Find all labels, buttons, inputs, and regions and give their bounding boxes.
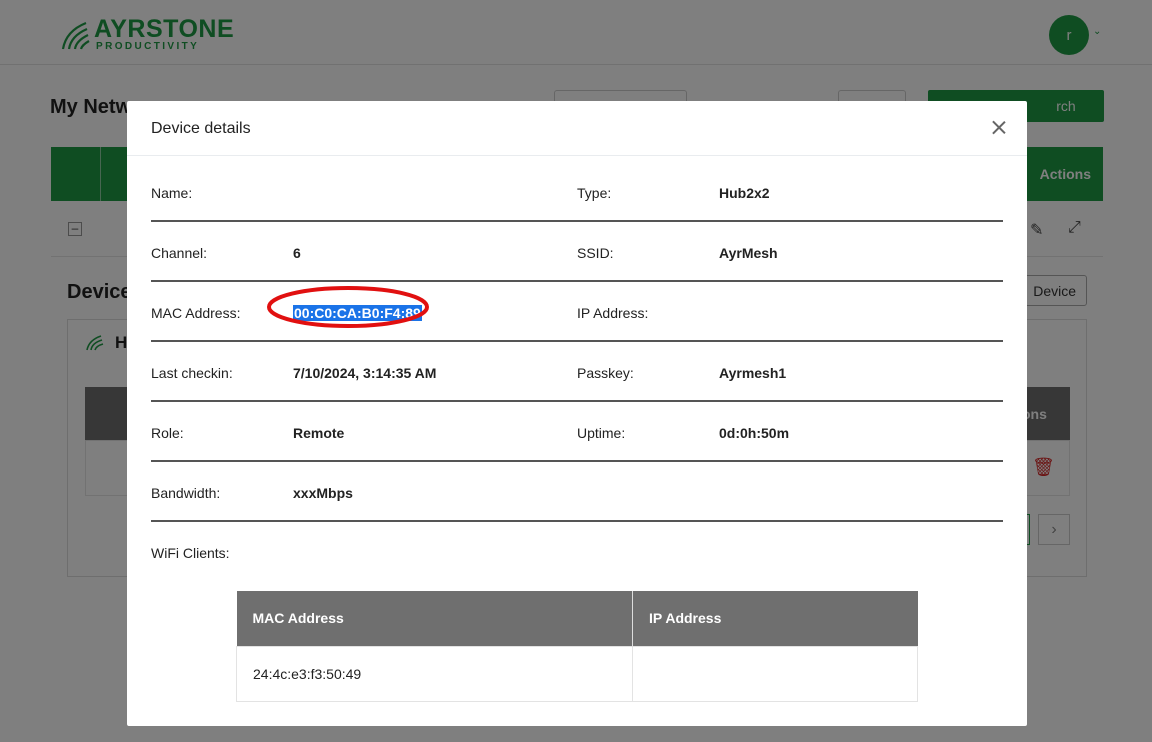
uptime-value: 0d:0h:50m <box>719 425 790 441</box>
wifi-clients-table: MAC Address IP Address 24:4c:e3:f3:50:49 <box>236 591 918 702</box>
detail-row-mac-ip: MAC Address: 00:C0:CA:B0:F4:89 IP Addres… <box>151 282 1003 342</box>
detail-row-channel-ssid: Channel: 6 SSID: AyrMesh <box>151 222 1003 282</box>
device-details-modal: Device details Name: Type: Hub2x2 Channe… <box>127 101 1027 726</box>
client-mac-cell: 24:4c:e3:f3:50:49 <box>236 645 633 702</box>
type-value: Hub2x2 <box>719 185 770 201</box>
wifi-clients-label: WiFi Clients: <box>151 545 230 561</box>
ip-address-column-header[interactable]: IP Address <box>632 591 918 646</box>
role-value: Remote <box>293 425 345 441</box>
ssid-value: AyrMesh <box>719 245 778 261</box>
name-label: Name: <box>151 185 193 201</box>
modal-header: Device details <box>127 101 1027 156</box>
uptime-label: Uptime: <box>577 425 626 441</box>
last-checkin-label: Last checkin: <box>151 365 233 381</box>
role-label: Role: <box>151 425 184 441</box>
bandwidth-value: xxxMbps <box>293 485 353 501</box>
mac-address-value[interactable]: 00:C0:CA:B0:F4:89 <box>293 305 422 321</box>
mac-address-value-wrapper: 00:C0:CA:B0:F4:89 <box>293 305 422 321</box>
ssid-label: SSID: <box>577 245 614 261</box>
close-icon[interactable] <box>989 118 1009 138</box>
channel-value: 6 <box>293 245 301 261</box>
passkey-value: Ayrmesh1 <box>719 365 787 381</box>
mac-address-column-header[interactable]: MAC Address <box>236 591 633 646</box>
mac-address-label: MAC Address: <box>151 305 241 321</box>
detail-row-name-type: Name: Type: Hub2x2 <box>151 162 1003 222</box>
modal-title: Device details <box>151 120 251 137</box>
table-row: 24:4c:e3:f3:50:49 <box>236 645 918 702</box>
detail-row-wifi-clients: WiFi Clients: <box>151 522 1003 582</box>
bandwidth-label: Bandwidth: <box>151 485 221 501</box>
channel-label: Channel: <box>151 245 208 261</box>
detail-row-bandwidth: Bandwidth: xxxMbps <box>151 462 1003 522</box>
type-label: Type: <box>577 185 612 201</box>
detail-row-checkin-passkey: Last checkin: 7/10/2024, 3:14:35 AM Pass… <box>151 342 1003 402</box>
client-ip-cell <box>632 645 918 702</box>
ip-address-label: IP Address: <box>577 305 649 321</box>
passkey-label: Passkey: <box>577 365 634 381</box>
detail-row-role-uptime: Role: Remote Uptime: 0d:0h:50m <box>151 402 1003 462</box>
table-header-row: MAC Address IP Address <box>236 591 918 646</box>
last-checkin-value: 7/10/2024, 3:14:35 AM <box>293 365 437 381</box>
